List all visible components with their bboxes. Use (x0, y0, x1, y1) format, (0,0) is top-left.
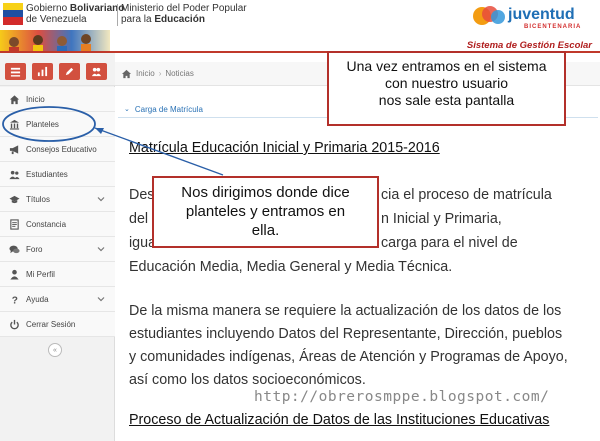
para1-line3-right: carga para el nivel de (381, 235, 518, 251)
breadcrumb-home-link[interactable]: Inicio (136, 69, 155, 78)
stats-button[interactable] (32, 63, 53, 80)
callout-planteles: Nos dirigimos donde dice planteles y ent… (152, 176, 379, 248)
chevron-down-icon (97, 297, 105, 302)
sidebar: Inicio Planteles Consejos Educativo Estu… (0, 53, 115, 441)
sidebar-item-planteles[interactable]: Planteles (0, 112, 115, 137)
sidebar-item-label: Inicio (26, 94, 45, 104)
home-icon (8, 93, 20, 105)
svg-text:?: ? (11, 295, 17, 304)
para2-line3: y comunidades indígenas, Áreas de Atenci… (129, 349, 568, 365)
breadcrumb-separator: › (158, 69, 162, 78)
sidebar-item-estudiantes[interactable]: Estudiantes (0, 162, 115, 187)
sidebar-item-label: Ayuda (26, 294, 49, 304)
users-icon (91, 67, 102, 77)
sidebar-item-mi-perfil[interactable]: Mi Perfil (0, 262, 115, 287)
para1-line1-right: cia el proceso de matrícula (381, 187, 552, 203)
sidebar-item-cerrar-sesion[interactable]: Cerrar Sesión (0, 312, 115, 337)
bar-chart-icon (37, 66, 48, 77)
sidebar-item-label: Mi Perfil (26, 269, 55, 279)
sidebar-item-label: Foro (26, 244, 43, 254)
sidebar-item-label: Títulos (26, 194, 51, 204)
callout-intro-line1: Una vez entramos en el sistema (346, 58, 547, 74)
sidebar-collapse-button[interactable]: « (48, 343, 62, 357)
home-icon (121, 69, 132, 78)
sidebar-toolbar (0, 53, 115, 86)
breadcrumb-current: Noticias (165, 69, 194, 78)
para2-line1: De la misma manera se requiere la actual… (129, 303, 562, 319)
sidebar-item-label: Cerrar Sesión (26, 319, 76, 329)
grid-button[interactable] (5, 63, 26, 80)
document-icon (8, 218, 20, 230)
users-button[interactable] (86, 63, 107, 80)
sidebar-item-label: Constancia (26, 219, 67, 229)
venezuela-coat-of-arms-icon (3, 3, 23, 25)
power-icon (8, 318, 20, 330)
content-heading-actualizacion[interactable]: Proceso de Actualización de Datos de las… (129, 412, 549, 428)
users-icon (8, 168, 20, 180)
edit-button[interactable] (59, 63, 80, 80)
government-label: Gobierno Bolivariano de Venezuela (26, 3, 125, 25)
para1-line4: Educación Media, Media General y Media T… (129, 259, 453, 275)
juventud-bicentenaria-logo: juventud BICENTENARIA (473, 6, 580, 30)
callout-planteles-line2: planteles y entramos en (185, 203, 346, 220)
institution-icon (8, 118, 20, 130)
sidebar-item-inicio[interactable]: Inicio (0, 87, 115, 112)
callout-intro: Una vez entramos en el sistema con nuest… (327, 51, 566, 126)
callout-intro-line3: nos sale esta pantalla (378, 92, 515, 108)
graduation-icon (8, 193, 20, 205)
para1-line2-right: n Inicial y Primaria, (381, 211, 502, 227)
chevron-down-icon: ⌄ (124, 106, 130, 113)
chevron-down-icon (97, 247, 105, 252)
question-icon: ? (8, 293, 20, 305)
user-icon (8, 268, 20, 280)
content-paragraph-2: De la misma manera se requiere la actual… (129, 300, 591, 392)
juventud-logo-text: juventud (507, 6, 575, 23)
sidebar-item-label: Consejos Educativo (26, 144, 97, 154)
sidebar-item-label: Estudiantes (26, 169, 68, 179)
pencil-icon (65, 67, 74, 76)
sidebar-item-constancia[interactable]: Constancia (0, 212, 115, 237)
watermark-text: http://obrerosmppe.blogspot.com/ (254, 389, 550, 405)
grid-icon (10, 67, 21, 77)
sidebar-item-foro[interactable]: Foro (0, 237, 115, 262)
chevron-down-icon (97, 197, 105, 202)
sidebar-item-ayuda[interactable]: ? Ayuda (0, 287, 115, 312)
megaphone-icon (8, 143, 20, 155)
ministry-label: Ministerio del Poder Popular para la Edu… (121, 3, 247, 25)
header-divider (117, 4, 118, 26)
top-header: Gobierno Bolivariano de Venezuela Minist… (0, 0, 600, 30)
sidebar-item-consejos-educativo[interactable]: Consejos Educativo (0, 137, 115, 162)
callout-intro-line2: con nuestro usuario (385, 75, 508, 91)
system-title: Sistema de Gestión Escolar (466, 40, 592, 51)
sidebar-item-titulos[interactable]: Títulos (0, 187, 115, 212)
para1-line2-left: del (129, 211, 149, 227)
comments-icon (8, 243, 20, 255)
callout-planteles-line1: Nos dirigimos donde dice (181, 184, 350, 201)
callout-planteles-line3: ella. (251, 222, 280, 239)
para1-line1-left: Des (129, 187, 155, 203)
content-heading-matricula: Matrícula Educación Inicial y Primaria 2… (129, 140, 440, 156)
sidebar-item-label: Planteles (26, 119, 59, 129)
para2-line2: estudiantes incluyendo Datos del Represe… (129, 326, 563, 342)
panel-title: Carga de Matrícula (134, 104, 203, 114)
